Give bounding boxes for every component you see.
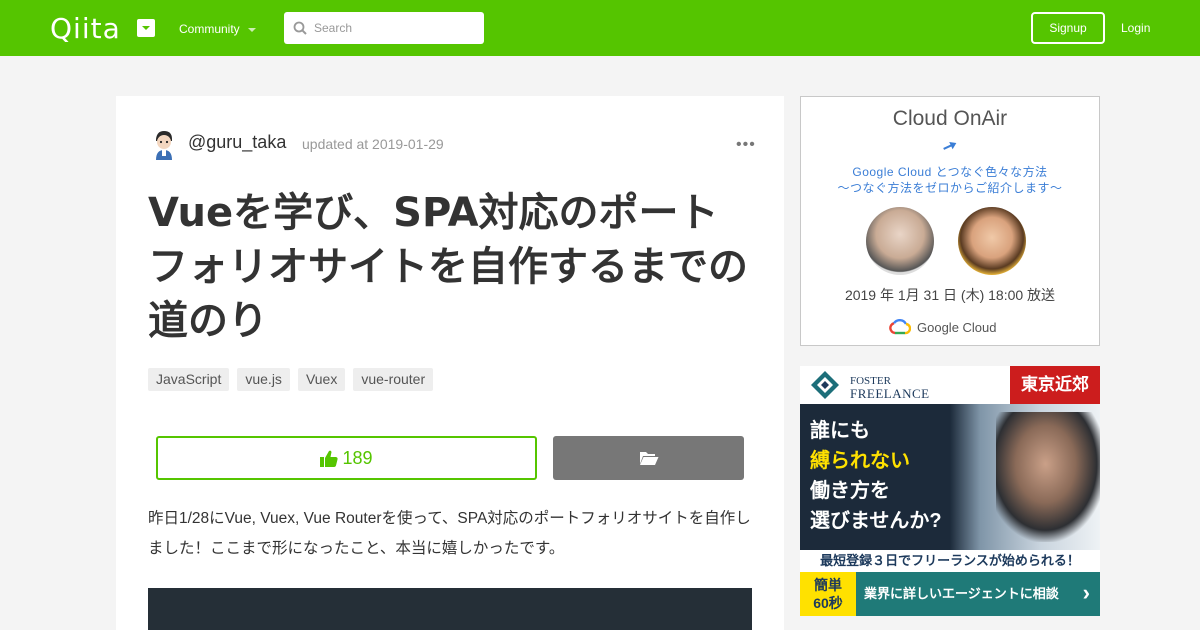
- article-card: @guru_taka updated at 2019-01-29 ••• Vue…: [116, 96, 784, 630]
- ad-header-strip: FOSTER FREELANCE 東京近郊: [800, 366, 1100, 404]
- chevron-down-icon: [247, 27, 256, 32]
- qiita-logo[interactable]: Qiita: [50, 12, 121, 45]
- google-cloud-brand: Google Cloud: [889, 319, 997, 335]
- speaker-photo-2: [958, 207, 1026, 275]
- community-menu[interactable]: Community: [179, 22, 256, 36]
- badge-line-2: 60秒: [813, 595, 843, 611]
- signup-button[interactable]: Signup: [1031, 12, 1105, 44]
- copy-line-1: 誰にも: [810, 420, 870, 442]
- more-options-icon[interactable]: •••: [736, 136, 756, 154]
- chevron-right-icon: ›: [1082, 580, 1090, 605]
- like-count: 189: [342, 447, 373, 468]
- search-box[interactable]: [284, 12, 484, 44]
- broadcast-date: 2019 年 1月 31 日 (木) 18:00 放送: [844, 287, 1056, 303]
- search-icon: [293, 21, 307, 35]
- ad-title: Cloud OnAir: [892, 107, 1008, 130]
- copy-line-3: 働き方を: [810, 480, 890, 502]
- ad-copy: 誰にも 縛られない 働き方を 選びませんか?: [810, 416, 942, 536]
- author-name[interactable]: @guru_taka: [188, 132, 286, 153]
- foster-freelance-ad[interactable]: FOSTER FREELANCE 東京近郊 誰にも 縛られない 働き方を 選びま…: [800, 366, 1100, 616]
- ad-tagline: 最短登録３日でフリーランスが始められる！: [800, 550, 1100, 572]
- login-link[interactable]: Login: [1121, 21, 1150, 35]
- foster-logo-icon: [811, 371, 839, 399]
- consult-agent-button[interactable]: 業界に詳しいエージェントに相談 ›: [856, 572, 1100, 616]
- tag-list: JavaScript vue.js Vuex vue-router: [148, 368, 434, 391]
- community-label: Community: [179, 22, 240, 36]
- article-title: Vueを学び、SPA対応のポートフォリオサイトを自作するまでの道のり: [148, 190, 748, 344]
- badge-line-1: 簡単: [814, 577, 842, 593]
- tag-javascript[interactable]: JavaScript: [148, 368, 230, 391]
- ad-person-photo: [996, 412, 1100, 542]
- thumbs-up-icon: [320, 450, 339, 467]
- article-body: 昨日1/28にVue, Vuex, Vue Routerを使って、SPA対応のポ…: [148, 510, 751, 557]
- folder-open-icon: [639, 452, 658, 465]
- easy-badge: 簡単 60秒: [800, 572, 856, 616]
- tag-vue-router[interactable]: vue-router: [353, 368, 434, 391]
- updated-date: updated at 2019-01-29: [302, 136, 444, 152]
- connect-arrows-icon: [943, 141, 957, 150]
- google-cloud-label: Google Cloud: [917, 319, 997, 335]
- ad-subtitle-2: 〜つなぐ方法をゼロからご紹介します〜: [837, 181, 1063, 195]
- search-input[interactable]: [314, 12, 479, 44]
- brand-line-2: FREELANCE: [850, 386, 930, 401]
- cta-label: 業界に詳しいエージェントに相談: [864, 586, 1059, 601]
- like-button[interactable]: 189: [156, 436, 537, 480]
- author-avatar[interactable]: [148, 128, 180, 160]
- logo-dropdown-button[interactable]: [137, 19, 155, 37]
- cloud-onair-ad[interactable]: Cloud OnAir Google Cloud とつなぐ色々な方法 〜つなぐ方…: [800, 96, 1100, 346]
- region-badge: 東京近郊: [1010, 366, 1100, 404]
- top-header: Qiita Community Signup Login: [0, 0, 1200, 56]
- copy-line-4: 選びませんか?: [810, 510, 942, 532]
- tag-vuex[interactable]: Vuex: [297, 368, 346, 391]
- tag-vuejs[interactable]: vue.js: [237, 368, 290, 391]
- speaker-photo-1: [866, 207, 934, 275]
- copy-line-2: 縛られない: [810, 450, 910, 472]
- ad-subtitle-1: Google Cloud とつなぐ色々な方法: [852, 165, 1048, 179]
- stock-button[interactable]: [553, 436, 744, 480]
- google-cloud-logo-icon: [889, 319, 911, 335]
- code-block: [148, 588, 752, 630]
